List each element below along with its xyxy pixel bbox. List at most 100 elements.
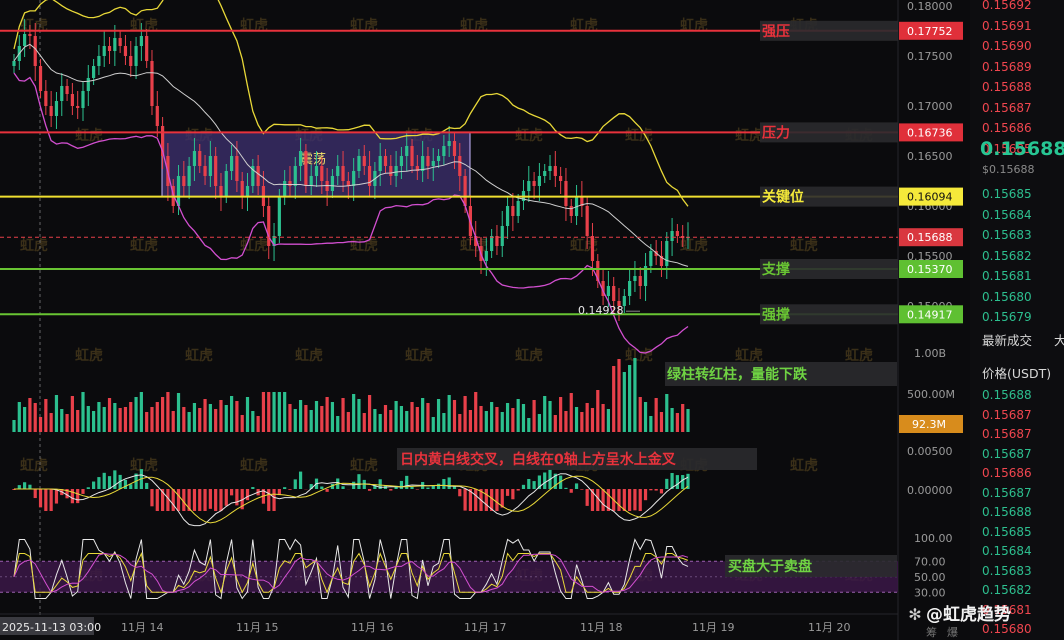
trade-row[interactable]: 0.15687 bbox=[982, 486, 1032, 500]
trade-row[interactable]: 0.15688 bbox=[982, 388, 1032, 402]
volume-bar bbox=[139, 392, 143, 432]
candlestick-chart[interactable]: 虹虎 虹虎 虹虎 虹虎 虹虎 虹虎 虹虎虹虎 虹虎 虹虎 虹虎虹虎 虹虎 虹虎 虹虎 虹虎 虹虎 虹虎 虹虎虹虎… bbox=[0, 0, 970, 640]
volume-bar bbox=[670, 408, 674, 432]
volume-bar bbox=[383, 405, 388, 432]
volume-bar bbox=[665, 394, 669, 432]
candle-body bbox=[389, 166, 393, 176]
trade-row[interactable]: 0.15684 bbox=[982, 544, 1032, 558]
level-name: 压力 bbox=[762, 124, 790, 141]
bid-row[interactable]: 0.15683 bbox=[982, 228, 1032, 242]
bid-row[interactable]: 0.15681 bbox=[982, 269, 1032, 283]
macd-bar bbox=[70, 489, 74, 504]
candle-body bbox=[638, 276, 642, 286]
volume-bar bbox=[421, 398, 425, 432]
macd-bar bbox=[500, 489, 504, 508]
bid-row[interactable]: 0.15680 bbox=[982, 290, 1032, 304]
trade-row[interactable]: 0.15682 bbox=[982, 583, 1032, 597]
level-value: 0.15370 bbox=[907, 263, 953, 276]
trade-row[interactable]: 0.15686 bbox=[982, 466, 1032, 480]
bid-row[interactable]: 0.15684 bbox=[982, 208, 1032, 222]
candle-body bbox=[336, 166, 340, 176]
volume-bar bbox=[288, 404, 292, 432]
volume-bar bbox=[176, 393, 181, 432]
volume-bar bbox=[49, 413, 53, 432]
orderbook-panel: 0.15692 0.15691 0.15690 0.15689 0.15688 0.156… bbox=[970, 0, 1064, 640]
ask-row[interactable]: 0.15691 bbox=[982, 19, 1032, 33]
volume-bar bbox=[60, 409, 64, 432]
price-tick: 0.17500 bbox=[907, 50, 953, 63]
bid-row[interactable]: 0.15685 bbox=[982, 187, 1032, 201]
candle-body bbox=[118, 38, 122, 46]
candle-body bbox=[123, 46, 128, 56]
candle-body bbox=[649, 251, 653, 266]
candle-body bbox=[12, 61, 16, 66]
volume-bar bbox=[628, 365, 632, 432]
footer-left: 筹 bbox=[926, 626, 937, 639]
macd-bar bbox=[298, 471, 303, 489]
volume-bar bbox=[521, 404, 526, 432]
macd-bar bbox=[272, 489, 276, 511]
watermark: 虹虎 bbox=[130, 457, 158, 474]
candle-body bbox=[203, 166, 207, 176]
volume-bar bbox=[681, 404, 685, 432]
ask-row[interactable]: 0.15688 bbox=[982, 80, 1032, 94]
current-price-label: 0.15688 bbox=[907, 231, 953, 244]
trade-row[interactable]: 0.15687 bbox=[982, 447, 1032, 461]
candle-body bbox=[150, 61, 154, 106]
candle-body bbox=[590, 236, 595, 261]
macd-bar bbox=[176, 489, 181, 511]
volume-bar bbox=[314, 401, 319, 432]
bid-row[interactable]: 0.15679 bbox=[982, 310, 1032, 324]
volume-bar bbox=[65, 414, 69, 432]
macd-bar bbox=[320, 486, 324, 489]
macd-bar bbox=[49, 489, 53, 511]
candle-body bbox=[447, 141, 451, 146]
volume-bar bbox=[229, 396, 234, 432]
candle-body bbox=[65, 86, 69, 94]
macd-bar bbox=[81, 489, 85, 494]
level-value: 0.16094 bbox=[907, 191, 953, 204]
time-label: 11月 16 bbox=[351, 621, 394, 634]
candle-body bbox=[198, 151, 202, 166]
ask-row[interactable]: 0.15687 bbox=[982, 101, 1032, 115]
candle-body bbox=[288, 181, 292, 186]
macd-bar bbox=[617, 489, 621, 511]
watermark: 虹虎 bbox=[350, 457, 378, 474]
volume-bar bbox=[28, 398, 32, 432]
trade-row[interactable]: 0.15685 bbox=[982, 525, 1032, 539]
volume-bar bbox=[325, 397, 329, 432]
volume-bar bbox=[251, 411, 255, 432]
volume-bar bbox=[463, 396, 467, 432]
trades-title[interactable]: 最新成交 bbox=[982, 330, 1032, 349]
ask-row[interactable]: 0.15692 bbox=[982, 0, 1032, 12]
volume-bar bbox=[33, 403, 37, 432]
volume-bar bbox=[585, 403, 589, 432]
time-label: 2025-11-13 03:00 bbox=[2, 621, 101, 634]
kdj-note: 买盘大于卖盘 bbox=[728, 558, 812, 575]
ask-row[interactable]: 0.15689 bbox=[982, 60, 1032, 74]
trade-row[interactable]: 0.15687 bbox=[982, 408, 1032, 422]
candle-body bbox=[670, 231, 674, 241]
volume-bar bbox=[638, 397, 642, 432]
volume-bar bbox=[548, 401, 552, 432]
trade-row[interactable]: 0.15688 bbox=[982, 505, 1032, 519]
ask-row[interactable]: 0.15690 bbox=[982, 39, 1032, 53]
ask-row[interactable]: 0.15686 bbox=[982, 121, 1032, 135]
brand-logo: ✻ @虹虎趋势 bbox=[904, 600, 1011, 625]
candle-body bbox=[330, 176, 335, 191]
volume-bar bbox=[601, 404, 605, 432]
trades-title-cut[interactable]: 大 bbox=[1054, 330, 1064, 349]
watermark: 虹虎 bbox=[185, 347, 213, 364]
volume-bar bbox=[612, 366, 616, 432]
macd-bar bbox=[245, 489, 250, 501]
candle-body bbox=[49, 106, 53, 116]
macd-bar bbox=[458, 489, 462, 497]
volume-bar bbox=[410, 402, 414, 432]
volume-bar bbox=[92, 411, 96, 432]
trade-row[interactable]: 0.15683 bbox=[982, 564, 1032, 578]
bid-row[interactable]: 0.15682 bbox=[982, 249, 1032, 263]
volume-bar bbox=[569, 393, 573, 432]
trade-row[interactable]: 0.15687 bbox=[982, 427, 1032, 441]
volume-bar bbox=[293, 409, 297, 432]
last-price: 0.15688 bbox=[980, 138, 1064, 160]
